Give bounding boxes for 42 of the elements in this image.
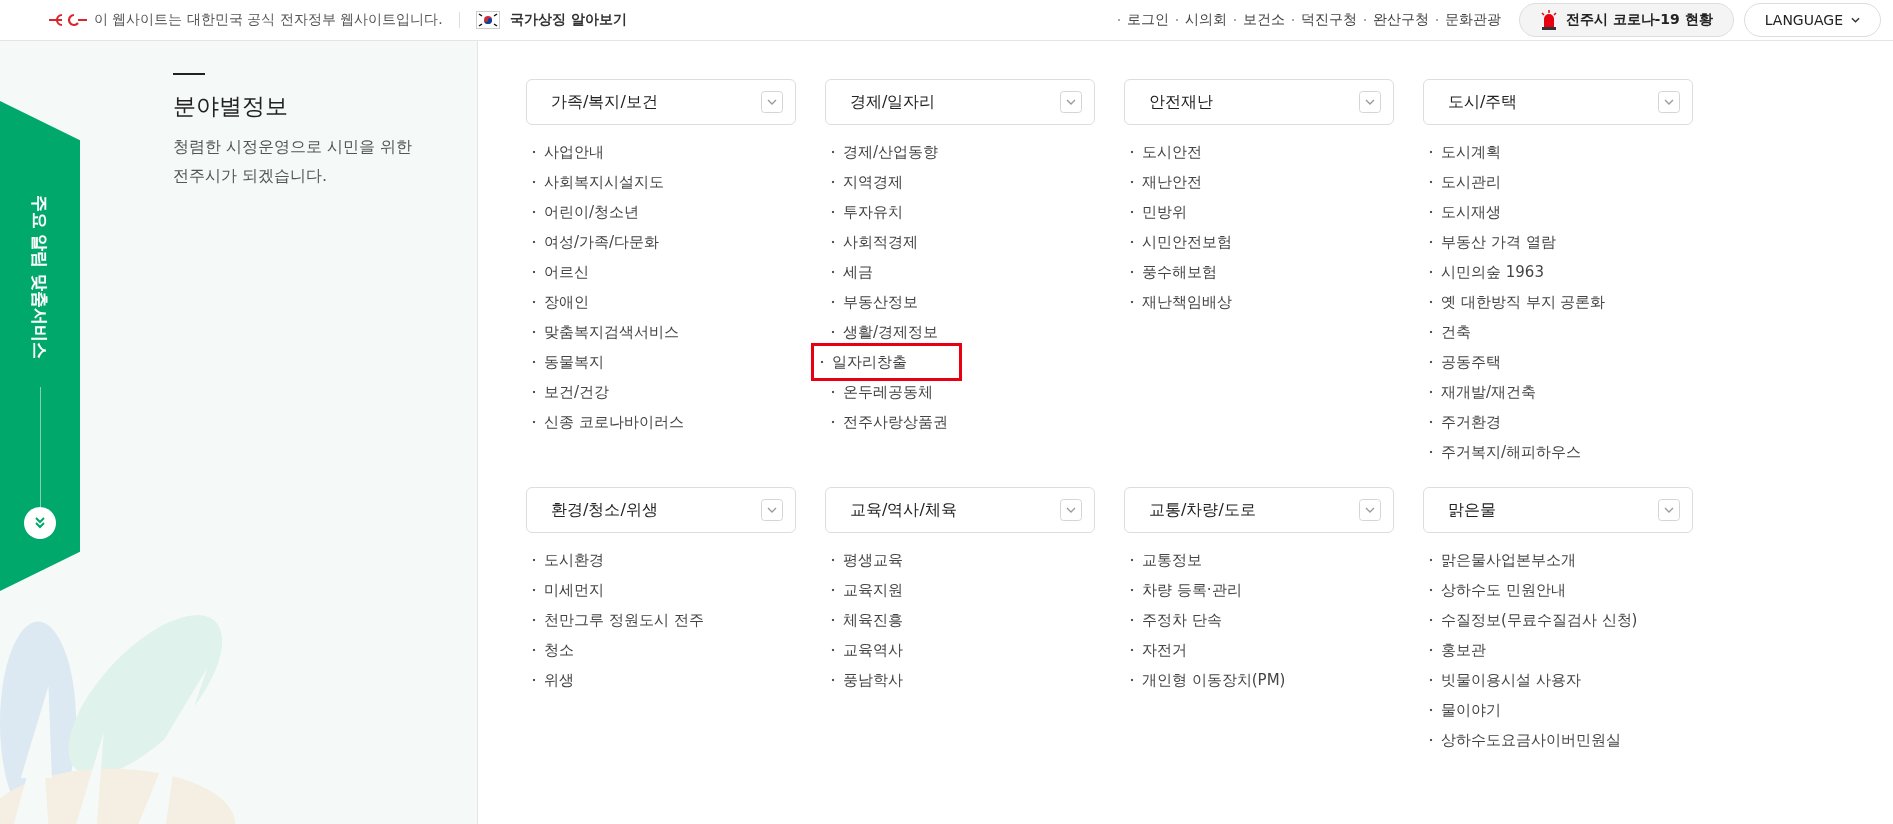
category-header[interactable]: 가족/복지/보건 (526, 79, 796, 125)
category-header[interactable]: 교통/차량/도로 (1124, 487, 1394, 533)
chevron-down-icon[interactable] (761, 499, 783, 521)
symbol-link[interactable]: 국가상징 알아보기 (475, 11, 627, 29)
top-link[interactable]: 덕진구청 (1290, 11, 1357, 29)
chevron-down-icon[interactable] (1658, 499, 1680, 521)
category-title: 환경/청소/위생 (551, 499, 658, 521)
category-title: 경제/일자리 (850, 91, 936, 113)
chevron-down-icon[interactable] (1060, 91, 1082, 113)
language-button[interactable]: LANGUAGE (1743, 3, 1881, 37)
chevron-down-icon[interactable] (1359, 91, 1381, 113)
top-link[interactable]: 보건소 (1232, 11, 1285, 29)
chevron-down-icon[interactable] (761, 91, 783, 113)
siren-icon (1539, 10, 1558, 30)
top-link[interactable]: 문화관광 (1434, 11, 1501, 29)
category-title: 안전재난 (1149, 91, 1213, 113)
top-link[interactable]: 시의회 (1174, 11, 1227, 29)
flag-icon (475, 11, 500, 29)
category-header[interactable]: 교육/역사/체육 (825, 487, 1095, 533)
category-header[interactable]: 경제/일자리 (825, 79, 1095, 125)
category-header[interactable]: 안전재난 (1124, 79, 1394, 125)
category-header[interactable]: 도시/주택 (1423, 79, 1693, 125)
top-link[interactable]: 완산구청 (1362, 11, 1429, 29)
category-title: 맑은물 (1448, 499, 1496, 521)
category-title: 교육/역사/체육 (850, 499, 957, 521)
chevron-down-icon[interactable] (1658, 91, 1680, 113)
double-chevron-down-icon[interactable] (24, 507, 56, 539)
caret-icon (1851, 17, 1860, 23)
logo-icon (48, 12, 88, 28)
category-header[interactable]: 맑은물 (1423, 487, 1693, 533)
category-title: 가족/복지/보건 (551, 91, 658, 113)
category-title: 교통/차량/도로 (1149, 499, 1256, 521)
chevron-down-icon[interactable] (1359, 499, 1381, 521)
section-title: 분야별정보 (173, 92, 289, 121)
chevron-down-icon[interactable] (1060, 499, 1082, 521)
section-description: 청렴한 시정운영으로 시민을 위한 전주시가 되겠습니다. (173, 136, 414, 187)
covid-status-button[interactable]: 전주시 코로나-19 현황 (1518, 3, 1734, 37)
notice-text: 이 웹사이트는 대한민국 공식 전자정부 웹사이트입니다. (94, 11, 443, 29)
category-link[interactable]: 일자리창출 (811, 343, 962, 381)
top-link[interactable]: 로그인 (1116, 11, 1169, 29)
category-header[interactable]: 환경/청소/위생 (526, 487, 796, 533)
category-title: 도시/주택 (1448, 91, 1518, 113)
